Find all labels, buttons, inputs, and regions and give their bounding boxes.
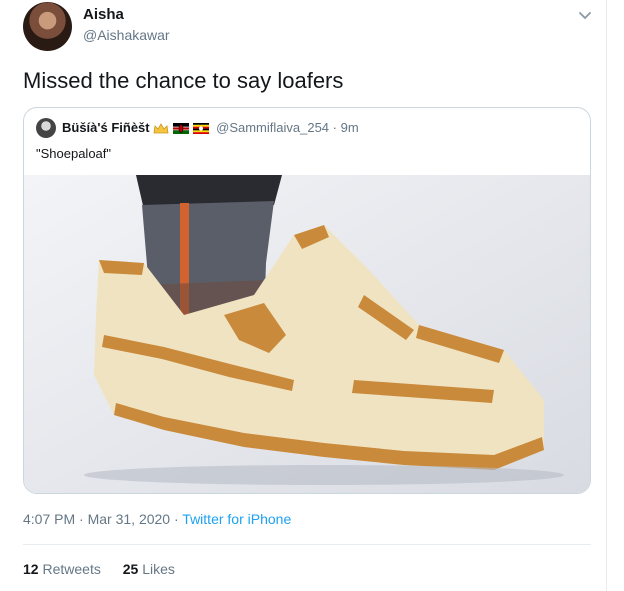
quoted-separator: · bbox=[329, 120, 341, 135]
chevron-down-icon[interactable] bbox=[576, 6, 594, 24]
quoted-tweet[interactable]: Büšíà'ś Fiñèšt @Sammiflaiva_254 · 9m "Sh… bbox=[23, 107, 591, 494]
quoted-header: Büšíà'ś Fiñèšt @Sammiflaiva_254 · 9m bbox=[62, 120, 359, 135]
likes-stat[interactable]: 25 Likes bbox=[123, 561, 175, 577]
retweets-label: Retweets bbox=[42, 561, 101, 577]
crown-emoji bbox=[153, 122, 169, 133]
retweets-stat[interactable]: 12 Retweets bbox=[23, 561, 101, 577]
tweet-meta: 4:07 PM · Mar 31, 2020 · Twitter for iPh… bbox=[23, 511, 291, 527]
tweet-card: Aisha @Aishakawar Missed the chance to s… bbox=[0, 0, 607, 591]
engagement-stats: 12 Retweets 25 Likes bbox=[23, 561, 175, 577]
likes-label: Likes bbox=[142, 561, 175, 577]
quoted-author-handle: @Sammiflaiva_254 bbox=[216, 120, 330, 135]
author-name[interactable]: Aisha bbox=[83, 6, 124, 23]
kenya-flag bbox=[172, 123, 189, 135]
quoted-timestamp: 9m bbox=[340, 120, 359, 135]
tweet-time[interactable]: 4:07 PM bbox=[23, 511, 75, 527]
stats-divider bbox=[23, 544, 591, 545]
bread-sneaker-photo[interactable] bbox=[24, 175, 590, 494]
quoted-author-avatar bbox=[36, 118, 56, 138]
uganda-flag bbox=[192, 123, 209, 135]
author-avatar[interactable] bbox=[23, 2, 72, 51]
tweet-text: Missed the chance to say loafers bbox=[23, 68, 344, 93]
meta-separator-2: · bbox=[170, 511, 183, 527]
likes-count: 25 bbox=[122, 561, 139, 577]
quoted-author-name: Büšíà'ś Fiñèšt bbox=[62, 120, 150, 135]
quoted-text: "Shoepaloaf" bbox=[36, 146, 112, 161]
retweets-count: 12 bbox=[23, 561, 39, 577]
meta-separator-1: · bbox=[75, 511, 88, 527]
author-handle[interactable]: @Aishakawar bbox=[83, 27, 170, 43]
tweet-source-link[interactable]: Twitter for iPhone bbox=[182, 511, 291, 527]
tweet-date[interactable]: Mar 31, 2020 bbox=[88, 511, 171, 527]
